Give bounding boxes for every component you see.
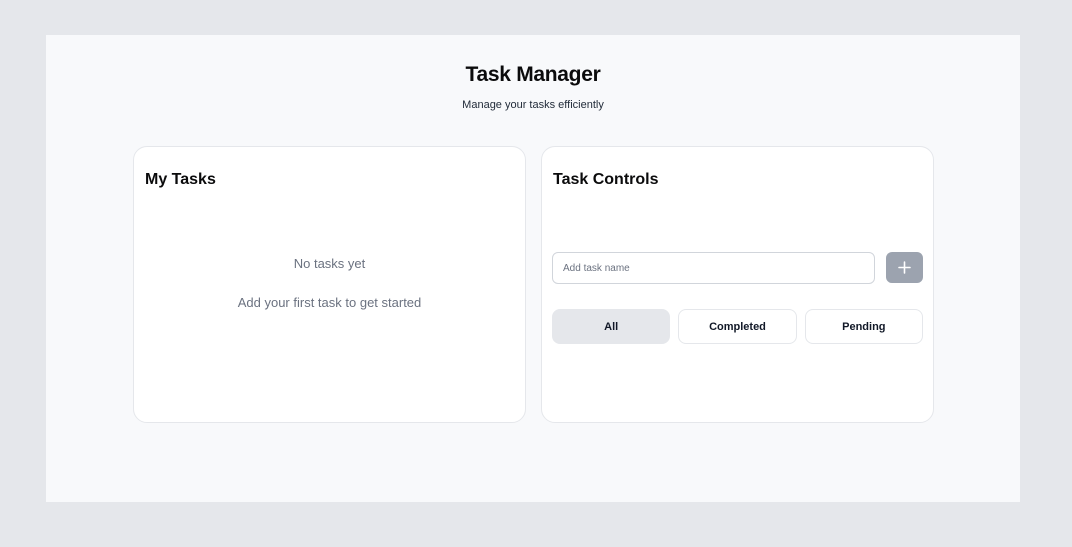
filter-all-button[interactable]: All (552, 309, 671, 344)
filter-completed-button[interactable]: Completed (678, 309, 797, 344)
tasks-panel-title: My Tasks (145, 171, 216, 188)
filter-group: All Completed Pending (552, 309, 923, 344)
add-task-row (552, 252, 923, 284)
controls-panel-title: Task Controls (553, 171, 659, 188)
empty-state-hint: Add your first task to get started (237, 295, 422, 310)
page-title: Task Manager (465, 63, 601, 86)
controls-panel: Task Controls All Completed Pending (541, 146, 934, 423)
empty-state: No tasks yet Add your first task to get … (134, 256, 525, 310)
tasks-panel: My Tasks No tasks yet Add your first tas… (133, 146, 526, 423)
empty-state-title: No tasks yet (293, 256, 366, 271)
add-task-button[interactable] (886, 252, 923, 283)
page-subtitle: Manage your tasks efficiently (462, 99, 604, 111)
app-frame: Task Manager Manage your tasks efficient… (46, 35, 1020, 502)
plus-icon (898, 261, 911, 274)
filter-pending-button[interactable]: Pending (804, 309, 923, 344)
header: Task Manager Manage your tasks efficient… (46, 63, 1020, 111)
task-name-input[interactable] (552, 252, 875, 284)
